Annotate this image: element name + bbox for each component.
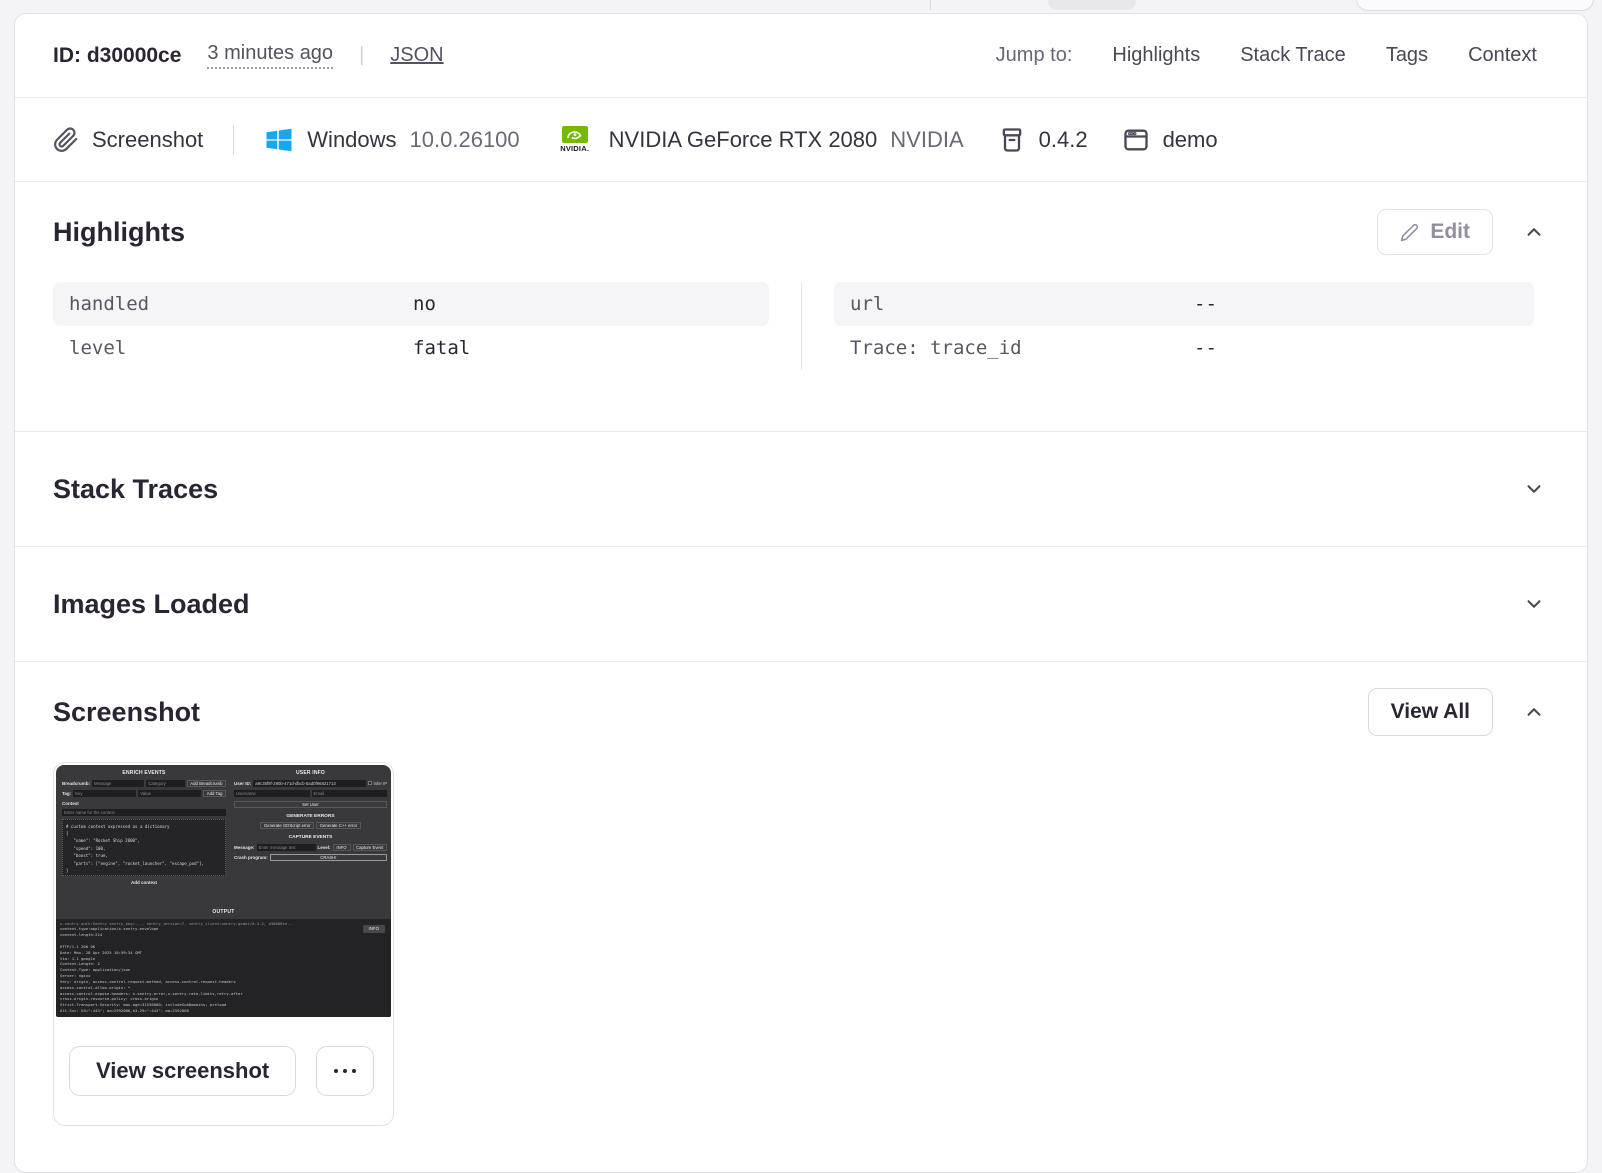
ellipsis-icon	[334, 1069, 357, 1073]
chevron-down-icon	[1523, 478, 1545, 500]
attachment-tag[interactable]: Screenshot	[53, 127, 203, 153]
screenshot-thumbnail-card: ENRICH EVENTS Breadcrumb: Message Catego…	[53, 762, 394, 1126]
screenshot-more-options-button[interactable]	[316, 1046, 375, 1096]
windows-logo-icon	[264, 125, 294, 155]
highlights-section: Highlights Edit handled no level fatal u…	[15, 182, 1587, 432]
pencil-icon	[1400, 223, 1419, 242]
screenshot-section-header: Screenshot View All	[15, 662, 1587, 762]
highlight-row-level: level fatal	[69, 337, 471, 359]
nvidia-logo-icon: NVIDIA.	[554, 126, 596, 153]
top-edge-pill-artifact	[1048, 0, 1136, 10]
event-timestamp-link[interactable]: 3 minutes ago	[207, 42, 334, 69]
stack-traces-section: Stack Traces	[15, 432, 1587, 547]
archive-box-icon	[998, 126, 1026, 154]
gpu-name: NVIDIA GeForce RTX 2080	[608, 126, 878, 152]
gpu-tag[interactable]: NVIDIA. NVIDIA GeForce RTX 2080 NVIDIA	[554, 126, 964, 153]
images-loaded-title: Images Loaded	[53, 588, 250, 619]
os-name: Windows	[307, 126, 397, 152]
event-detail-card: ID: d30000ce 3 minutes ago | JSON Jump t…	[14, 13, 1588, 1173]
highlights-title: Highlights	[53, 216, 185, 247]
highlights-column-divider	[801, 282, 802, 370]
top-edge-button-artifact	[1356, 0, 1594, 11]
screenshot-card-wrap: ENRICH EVENTS Breadcrumb: Message Catego…	[15, 762, 1587, 1126]
jump-link-highlights[interactable]: Highlights	[1112, 44, 1200, 67]
highlight-row-handled: handled no	[53, 282, 769, 326]
mini-enrich-panel: ENRICH EVENTS Breadcrumb: Message Catego…	[62, 770, 226, 885]
edit-highlights-button[interactable]: Edit	[1377, 209, 1493, 255]
json-link[interactable]: JSON	[390, 44, 443, 67]
release-tag[interactable]: 0.4.2	[998, 126, 1088, 154]
view-all-button[interactable]: View All	[1367, 688, 1493, 736]
top-edge-divider-artifact	[930, 0, 931, 10]
jump-link-context[interactable]: Context	[1468, 44, 1537, 67]
highlight-row-trace-id: Trace: trace_id --	[850, 337, 1217, 359]
gpu-vendor: NVIDIA	[890, 126, 964, 152]
mini-output-terminal: x-sentry-auth:Sentry sentry_key=..., sen…	[56, 919, 391, 1017]
view-screenshot-button[interactable]: View screenshot	[69, 1046, 297, 1096]
screenshot-card-footer: View screenshot	[54, 1017, 393, 1125]
mini-user-info-panel: USER INFO User ID: a9c35f9f-290b-471d-db…	[234, 770, 387, 861]
chevron-down-icon	[1523, 593, 1545, 615]
environment-name: demo	[1162, 126, 1218, 152]
mini-context-code: # custom context expressed as a dictiona…	[62, 819, 226, 876]
screenshot-title: Screenshot	[53, 696, 201, 727]
mini-info-badge: INFO	[362, 925, 385, 933]
browser-window-icon	[1122, 126, 1150, 154]
collapse-screenshot-button[interactable]	[1519, 697, 1549, 727]
event-context-bar: Screenshot Windows 10.0.26100 NVIDIA. NV…	[15, 98, 1587, 182]
mini-infer-ip-checkbox	[367, 781, 372, 785]
os-tag[interactable]: Windows 10.0.26100	[264, 125, 520, 155]
expand-stack-traces-button[interactable]	[1519, 474, 1549, 504]
release-version: 0.4.2	[1038, 126, 1088, 152]
nvidia-wordmark: NVIDIA.	[560, 144, 590, 153]
chevron-up-icon	[1523, 701, 1545, 723]
expand-images-loaded-button[interactable]	[1519, 589, 1549, 619]
highlight-row-url: url --	[834, 282, 1534, 326]
os-version: 10.0.26100	[409, 126, 520, 152]
header-separator: |	[359, 44, 365, 66]
paperclip-icon	[53, 126, 79, 153]
screenshot-thumbnail-image[interactable]: ENRICH EVENTS Breadcrumb: Message Catego…	[56, 765, 391, 1017]
images-loaded-section: Images Loaded	[15, 547, 1587, 662]
jump-link-stack-trace[interactable]: Stack Trace	[1240, 44, 1346, 67]
attachment-label: Screenshot	[92, 126, 204, 152]
jump-to-label: Jump to:	[995, 44, 1073, 66]
chevron-up-icon	[1523, 221, 1545, 243]
jump-to-nav: Jump to: Highlights Stack Trace Tags Con…	[996, 44, 1537, 67]
context-separator	[233, 124, 235, 155]
environment-tag[interactable]: demo	[1122, 126, 1218, 154]
collapse-highlights-button[interactable]	[1519, 217, 1549, 247]
stack-traces-title: Stack Traces	[53, 473, 219, 504]
event-id: ID: d30000ce	[53, 43, 182, 67]
highlights-table: handled no level fatal url -- Trace: tra…	[53, 282, 1549, 431]
jump-link-tags[interactable]: Tags	[1386, 44, 1428, 67]
event-header: ID: d30000ce 3 minutes ago | JSON Jump t…	[15, 14, 1587, 98]
mini-output-title: OUTPUT	[212, 909, 235, 915]
